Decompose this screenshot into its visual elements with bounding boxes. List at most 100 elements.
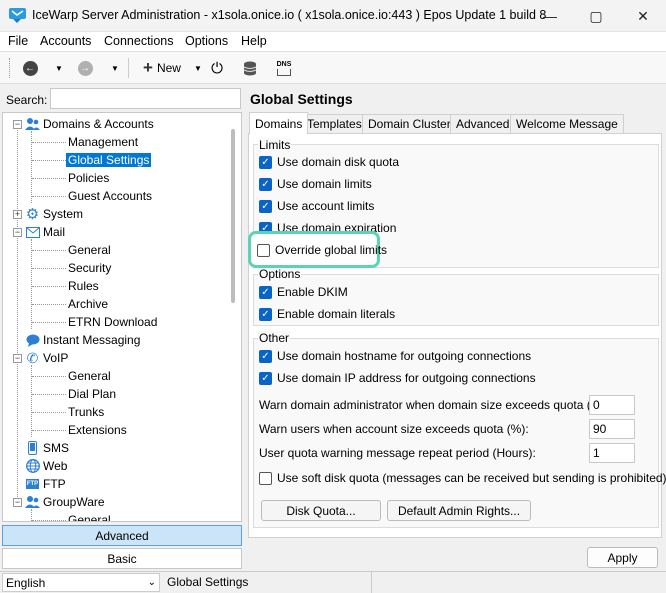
- tab-domains[interactable]: Domains: [249, 112, 309, 134]
- users-icon: [25, 117, 40, 132]
- maximize-button[interactable]: ▢: [573, 0, 619, 32]
- collapse-toggle-mail[interactable]: −: [13, 228, 22, 237]
- toolbar-separator: [128, 58, 129, 78]
- tree-item-label: Management: [68, 135, 139, 149]
- basic-view-button[interactable]: Basic: [2, 548, 242, 569]
- default-admin-rights-button[interactable]: Default Admin Rights...: [387, 500, 531, 521]
- collapse-toggle-groupware[interactable]: −: [13, 498, 22, 507]
- tree-item-management[interactable]: Management: [68, 133, 138, 151]
- globe-icon: [25, 459, 40, 474]
- tree-item-groupware[interactable]: GroupWare: [25, 493, 105, 511]
- tree-connector: [32, 160, 66, 161]
- tree-item-label: Mail: [43, 225, 66, 239]
- tree-connector: [32, 394, 66, 395]
- tree-item-policies[interactable]: Policies: [68, 169, 109, 187]
- status-bar: English ⌄ Global Settings: [0, 571, 666, 593]
- advanced-view-button[interactable]: Advanced: [2, 525, 242, 546]
- language-select[interactable]: English ⌄: [2, 573, 160, 592]
- database-icon[interactable]: [240, 58, 260, 78]
- tree-item-etrn-download[interactable]: ETRN Download: [68, 313, 157, 331]
- tree-item-mail-rules[interactable]: Rules: [68, 277, 99, 295]
- forward-dropdown-chevron-icon[interactable]: ▼: [108, 58, 122, 78]
- tab-templates[interactable]: Templates: [301, 114, 368, 133]
- tree-connector: [32, 520, 66, 521]
- tree-item-voip[interactable]: ✆ VoIP: [25, 349, 69, 367]
- new-button-label: New: [156, 61, 181, 75]
- tree-item-label-selected: Global Settings: [66, 153, 152, 167]
- tree-item-groupware-general[interactable]: General: [68, 511, 111, 522]
- menu-bar: File Accounts Connections Options Help: [0, 32, 666, 52]
- tree-item-ftp[interactable]: FTP FTP: [25, 475, 66, 493]
- tree-item-extensions[interactable]: Extensions: [68, 421, 127, 439]
- ftp-icon: FTP: [25, 479, 40, 489]
- warn-admin-input[interactable]: [589, 395, 635, 415]
- override-global-limits-checkbox[interactable]: Override global limits: [257, 242, 387, 258]
- tree-scrollbar[interactable]: [231, 129, 235, 303]
- power-icon[interactable]: ⏻: [208, 58, 226, 78]
- tree-item-mail[interactable]: Mail: [25, 223, 65, 241]
- use-domain-ip-checkbox[interactable]: ✓ Use domain IP address for outgoing conn…: [259, 370, 536, 386]
- navigation-tree[interactable]: − Domains & Accounts Management Global S…: [2, 112, 242, 522]
- tree-item-label: Rules: [68, 279, 99, 293]
- new-dropdown-chevron-icon[interactable]: ▼: [191, 58, 205, 78]
- warn-users-label: Warn users when account size exceeds quo…: [259, 422, 529, 436]
- toolbar-grip: [9, 58, 11, 78]
- use-soft-disk-quota-checkbox[interactable]: Use soft disk quota (messages can be rec…: [259, 470, 666, 486]
- dns-button[interactable]: DNS: [273, 58, 295, 78]
- warn-users-input[interactable]: [589, 419, 635, 439]
- dns-icon-label: DNS: [276, 60, 292, 68]
- tree-item-voip-general[interactable]: General: [68, 367, 111, 385]
- chat-bubble-icon: [25, 333, 40, 348]
- menu-connections[interactable]: Connections: [104, 34, 174, 48]
- menu-accounts[interactable]: Accounts: [40, 34, 91, 48]
- use-domain-disk-quota-checkbox[interactable]: ✓ Use domain disk quota: [259, 154, 399, 170]
- use-domain-limits-checkbox[interactable]: ✓ Use domain limits: [259, 176, 372, 192]
- tree-item-instant-messaging[interactable]: Instant Messaging: [25, 331, 140, 349]
- tree-item-trunks[interactable]: Trunks: [68, 403, 104, 421]
- back-button[interactable]: ←: [20, 58, 40, 78]
- tab-welcome-message[interactable]: Welcome Message: [510, 114, 624, 133]
- collapse-toggle-voip[interactable]: −: [13, 354, 22, 363]
- tree-item-guest-accounts[interactable]: Guest Accounts: [68, 187, 152, 205]
- tree-item-web[interactable]: Web: [25, 457, 67, 475]
- tree-connector: [32, 430, 66, 431]
- tree-item-mail-archive[interactable]: Archive: [68, 295, 108, 313]
- menu-options[interactable]: Options: [185, 34, 228, 48]
- tree-item-label: General: [68, 513, 111, 522]
- tree-item-sms[interactable]: SMS: [25, 439, 69, 457]
- window-title: IceWarp Server Administration - x1sola.o…: [32, 8, 547, 22]
- tree-item-dial-plan[interactable]: Dial Plan: [68, 385, 116, 403]
- use-domain-hostname-checkbox[interactable]: ✓ Use domain hostname for outgoing connec…: [259, 348, 531, 364]
- tree-item-domains-accounts[interactable]: Domains & Accounts: [25, 115, 154, 133]
- apply-button[interactable]: Apply: [587, 547, 658, 568]
- search-input[interactable]: [50, 88, 241, 109]
- enable-domain-literals-checkbox[interactable]: ✓ Enable domain literals: [259, 306, 395, 322]
- other-group-label: Other: [258, 331, 291, 345]
- check-icon: ✓: [259, 199, 272, 213]
- enable-dkim-checkbox[interactable]: ✓ Enable DKIM: [259, 284, 348, 300]
- tree-item-system[interactable]: ⚙ System: [25, 205, 83, 223]
- tree-item-global-settings[interactable]: Global Settings: [66, 151, 152, 169]
- tree-connector: [32, 250, 66, 251]
- expand-toggle-system[interactable]: +: [13, 210, 22, 219]
- back-dropdown-chevron-icon[interactable]: ▼: [52, 58, 66, 78]
- tree-item-mail-general[interactable]: General: [68, 241, 111, 259]
- collapse-toggle-domains[interactable]: −: [13, 120, 22, 129]
- new-button[interactable]: + New: [138, 58, 186, 78]
- repeat-period-input[interactable]: [589, 443, 635, 463]
- page-title: Global Settings: [250, 91, 353, 107]
- tree-item-label: System: [43, 207, 84, 221]
- tree-connector: [32, 322, 66, 323]
- disk-quota-button[interactable]: Disk Quota...: [261, 500, 381, 521]
- groupware-icon: [25, 495, 40, 510]
- check-icon: ✓: [259, 285, 272, 299]
- tree-item-mail-security[interactable]: Security: [68, 259, 111, 277]
- forward-button[interactable]: →: [75, 58, 95, 78]
- tab-domain-clusters[interactable]: Domain Clusters: [362, 114, 463, 133]
- use-account-limits-checkbox[interactable]: ✓ Use account limits: [259, 198, 374, 214]
- menu-file[interactable]: File: [8, 34, 28, 48]
- menu-help[interactable]: Help: [241, 34, 267, 48]
- close-button[interactable]: ✕: [620, 0, 666, 32]
- tab-advanced[interactable]: Advanced: [450, 114, 516, 133]
- minimize-button[interactable]: —: [527, 0, 573, 32]
